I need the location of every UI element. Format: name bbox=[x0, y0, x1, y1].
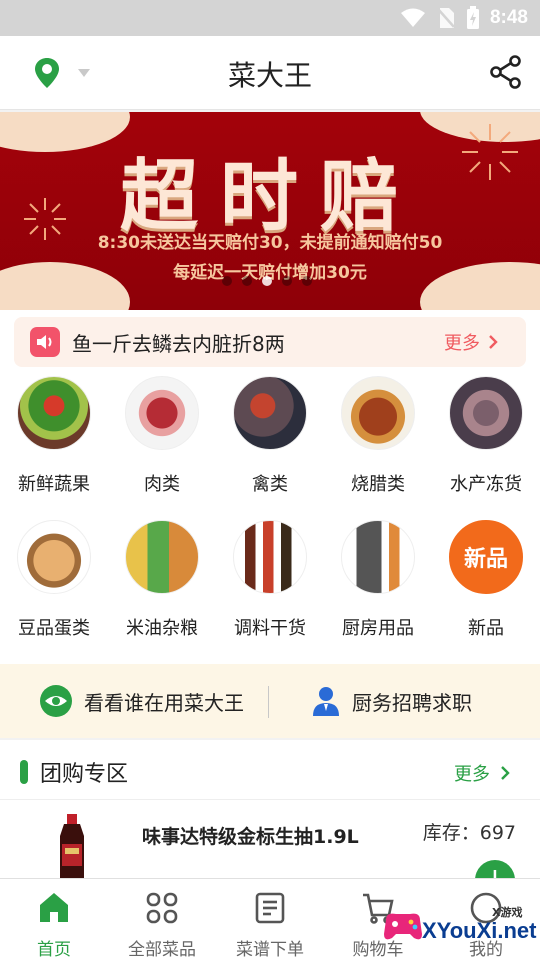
category-label: 豆品蛋类 bbox=[18, 618, 90, 639]
tab-recipe-order[interactable]: 菜谱下单 bbox=[216, 879, 324, 960]
add-to-cart-button[interactable]: + bbox=[475, 860, 515, 878]
status-icons: 8:48 bbox=[400, 0, 528, 36]
category-label: 新品 bbox=[468, 618, 504, 639]
category-vegetables[interactable]: 新鲜蔬果 bbox=[0, 376, 108, 496]
category-new[interactable]: 新品 新品 bbox=[432, 520, 540, 640]
who-uses-label: 看看谁在用菜大王 bbox=[84, 690, 244, 715]
wifi-icon bbox=[400, 8, 425, 27]
page-title: 菜大王 bbox=[227, 59, 312, 92]
soy-sauce-bottle-image bbox=[60, 814, 84, 878]
tab-home[interactable]: 首页 bbox=[0, 879, 108, 960]
rice-oil-image bbox=[125, 520, 199, 594]
category-meat[interactable]: 肉类 bbox=[108, 376, 216, 496]
seafood-image bbox=[449, 376, 523, 450]
recruitment-label: 厨务招聘求职 bbox=[352, 690, 472, 715]
vegetables-image bbox=[17, 376, 91, 450]
group-buy-header: 团购专区 更多 bbox=[0, 740, 540, 800]
speaker-icon bbox=[30, 327, 60, 357]
group-buy-more-link[interactable]: 更多 bbox=[454, 760, 510, 786]
product-name: 味事达特级金标生抽1.9L bbox=[142, 826, 359, 848]
home-icon bbox=[40, 893, 68, 922]
category-kitchen[interactable]: 厨房用品 bbox=[324, 520, 432, 640]
recruitment-link[interactable]: 厨务招聘求职 bbox=[312, 664, 472, 738]
more-label: 更多 bbox=[454, 764, 490, 785]
poultry-image bbox=[233, 376, 307, 450]
new-product-badge: 新品 bbox=[449, 520, 523, 594]
app-header: 菜大王 bbox=[0, 36, 540, 110]
meat-image bbox=[125, 376, 199, 450]
category-eggs[interactable]: 豆品蛋类 bbox=[0, 520, 108, 640]
gamepad-logo-icon bbox=[384, 913, 422, 940]
notice-bar[interactable]: 鱼一斤去鳞去内脏折8两 更多 bbox=[14, 317, 526, 367]
carousel-dot[interactable] bbox=[242, 276, 252, 286]
category-seafood[interactable]: 水产冻货 bbox=[432, 376, 540, 496]
category-label: 肉类 bbox=[144, 474, 180, 495]
eggs-image bbox=[17, 520, 91, 594]
carousel-dot[interactable] bbox=[222, 276, 232, 286]
category-label: 米油杂粮 bbox=[126, 618, 198, 639]
category-grid: 新鲜蔬果 肉类 禽类 烧腊类 水产冻货 豆品蛋类 米油杂粮 调料干货 厨房用品 … bbox=[0, 376, 540, 666]
notice-text: 鱼一斤去鳞去内脏折8两 bbox=[72, 331, 285, 356]
notice-more-label: 更多 bbox=[444, 333, 480, 354]
person-icon bbox=[313, 687, 339, 716]
watermark: X游戏 XYouXi.net bbox=[372, 900, 540, 960]
category-poultry[interactable]: 禽类 bbox=[216, 376, 324, 496]
grid-icon bbox=[146, 892, 178, 924]
watermark-brand: XYouXi.net bbox=[422, 918, 537, 943]
notice-section: 鱼一斤去鳞去内脏折8两 更多 bbox=[0, 310, 540, 376]
carousel-dot-active[interactable] bbox=[262, 276, 272, 286]
notice-more-link[interactable]: 更多 bbox=[444, 329, 498, 355]
promo-strip: 看看谁在用菜大王 厨务招聘求职 bbox=[0, 664, 540, 738]
category-roast[interactable]: 烧腊类 bbox=[324, 376, 432, 496]
category-seasoning[interactable]: 调料干货 bbox=[216, 520, 324, 640]
status-bar: 8:48 bbox=[0, 0, 540, 36]
who-uses-link[interactable]: 看看谁在用菜大王 bbox=[40, 664, 244, 738]
no-sim-icon bbox=[437, 8, 455, 28]
carousel-dot[interactable] bbox=[282, 276, 292, 286]
seasoning-image bbox=[233, 520, 307, 594]
promo-banner[interactable]: 超时赔 8:30未送达当天赔付30，未提前通知赔付50 每延迟一天赔付增加30元 bbox=[0, 112, 540, 310]
category-label: 水产冻货 bbox=[450, 474, 522, 495]
badge-text: 新品 bbox=[463, 547, 508, 572]
battery-charging-icon bbox=[466, 6, 479, 29]
divider bbox=[268, 686, 269, 718]
carousel-dot[interactable] bbox=[302, 276, 312, 286]
clock: 8:48 bbox=[489, 7, 528, 28]
tab-label: 全部菜品 bbox=[128, 940, 196, 960]
eye-icon bbox=[40, 685, 72, 717]
recipe-icon bbox=[255, 892, 285, 924]
product-stock: 库存：697 bbox=[422, 822, 516, 844]
tab-label: 菜谱下单 bbox=[236, 940, 304, 960]
tab-label: 首页 bbox=[37, 940, 71, 960]
carousel-indicator[interactable] bbox=[222, 276, 312, 286]
category-label: 厨房用品 bbox=[342, 618, 414, 639]
share-icon[interactable] bbox=[488, 54, 524, 90]
category-label: 禽类 bbox=[252, 474, 288, 495]
chevron-right-icon bbox=[489, 335, 498, 349]
category-label: 烧腊类 bbox=[351, 474, 405, 495]
category-label: 新鲜蔬果 bbox=[18, 474, 90, 495]
knife-set-image bbox=[341, 520, 415, 594]
roast-duck-image bbox=[341, 376, 415, 450]
chevron-right-icon bbox=[501, 766, 510, 780]
section-accent-bar bbox=[20, 760, 28, 784]
category-rice-oil[interactable]: 米油杂粮 bbox=[108, 520, 216, 640]
category-label: 调料干货 bbox=[234, 618, 306, 639]
section-title: 团购专区 bbox=[40, 762, 129, 787]
product-card[interactable]: 味事达特级金标生抽1.9L 库存：697 + bbox=[0, 800, 540, 878]
banner-subline: 8:30未送达当天赔付30，未提前通知赔付50 bbox=[97, 233, 443, 253]
tab-all-dishes[interactable]: 全部菜品 bbox=[108, 879, 216, 960]
